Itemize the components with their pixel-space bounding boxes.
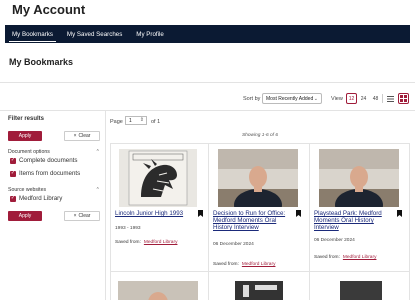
close-icon: × xyxy=(73,213,77,219)
saved-from: Saved from: Medford Library xyxy=(115,240,177,245)
filter-title: Filter results xyxy=(8,116,45,122)
saved-from-label: Saved from: xyxy=(115,240,141,245)
stepper-icon[interactable]: ⇕ xyxy=(140,117,144,123)
view-12-button[interactable]: 12 xyxy=(346,93,357,104)
filter-medford-library[interactable]: ✓ Medford Library xyxy=(10,195,62,202)
result-card[interactable]: Playstead Park: Medford Moments Oral His… xyxy=(311,146,407,270)
source-link[interactable]: Medford Library xyxy=(144,240,178,245)
grid-line xyxy=(208,143,209,300)
clear-label: Clear xyxy=(78,133,91,139)
result-date: 1993 - 1993 xyxy=(115,226,141,231)
saved-from-label: Saved from: xyxy=(314,255,340,260)
grid-icon[interactable] xyxy=(398,93,409,104)
result-title-link[interactable]: Decision to Run for Office: Medford Mome… xyxy=(213,210,295,231)
chevron-up-icon: ⌃ xyxy=(95,187,100,193)
filter-group-title: Document options xyxy=(8,149,50,155)
result-title-link[interactable]: Lincoln Junior High 1993 xyxy=(115,210,197,217)
view-24-button[interactable]: 24 xyxy=(358,93,369,104)
filter-group-document-options[interactable]: Document options ⌃ xyxy=(8,149,100,155)
document-image[interactable] xyxy=(340,281,382,300)
section-title: My Bookmarks xyxy=(9,57,74,67)
sidebar-border xyxy=(105,110,106,300)
filter-group-source-websites[interactable]: Source websites ⌃ xyxy=(8,187,100,193)
checkbox-checked-icon[interactable]: ✓ xyxy=(10,195,16,202)
interview-photo[interactable] xyxy=(118,281,198,300)
document-image[interactable] xyxy=(235,281,283,300)
filter-complete-documents[interactable]: ✓ Complete documents xyxy=(10,157,77,164)
bookmark-icon[interactable] xyxy=(198,210,203,217)
source-link[interactable]: Medford Library xyxy=(242,262,276,267)
filter-items-from-documents[interactable]: ✓ Items from documents xyxy=(10,170,80,177)
grid-line xyxy=(309,143,310,300)
divider xyxy=(0,110,415,111)
tab-my-bookmarks[interactable]: My Bookmarks xyxy=(5,25,60,43)
page-input[interactable]: 1 ⇕ xyxy=(125,116,147,125)
grid-line xyxy=(409,143,410,300)
bookmark-icon[interactable] xyxy=(397,210,402,217)
yearbook-cover-image[interactable] xyxy=(119,149,197,207)
tab-my-profile[interactable]: My Profile xyxy=(129,25,171,43)
clear-button[interactable]: × Clear xyxy=(64,131,100,141)
result-card[interactable]: Decision to Run for Office: Medford Mome… xyxy=(210,146,306,270)
grid-line xyxy=(110,143,111,300)
chevron-down-icon: ⌄ xyxy=(313,96,318,102)
results-count: Showing 1-6 of 6 xyxy=(241,133,278,138)
clear-button[interactable]: × Clear xyxy=(64,211,100,221)
result-date: 06 December 2024 xyxy=(213,242,254,247)
close-icon: × xyxy=(73,133,77,139)
sort-select-value: Most Recently Added xyxy=(266,95,314,102)
apply-button[interactable]: Apply xyxy=(8,211,42,221)
grid-line xyxy=(110,271,410,272)
result-card[interactable]: Lincoln Junior High 1993 1993 - 1993 Sav… xyxy=(112,146,208,270)
account-nav: My Bookmarks My Saved Searches My Profil… xyxy=(5,25,410,43)
divider xyxy=(0,82,415,83)
interview-photo[interactable] xyxy=(319,149,399,207)
page-title: My Account xyxy=(12,2,86,17)
source-link[interactable]: Medford Library xyxy=(343,255,377,260)
page-input-value: 1 xyxy=(129,117,132,124)
saved-from-label: Saved from: xyxy=(213,262,239,267)
result-title-link[interactable]: Playstead Park: Medford Moments Oral His… xyxy=(314,210,396,231)
result-date: 06 December 2024 xyxy=(314,238,355,243)
sort-select[interactable]: Most Recently Added ⌄ xyxy=(262,93,322,104)
bookmark-icon[interactable] xyxy=(296,210,301,217)
sort-label: Sort by xyxy=(243,96,261,102)
filter-group-title: Source websites xyxy=(8,187,47,193)
saved-from: Saved from: Medford Library xyxy=(213,262,275,267)
saved-from: Saved from: Medford Library xyxy=(314,255,376,260)
filter-label: Complete documents xyxy=(19,157,78,164)
tab-my-saved-searches[interactable]: My Saved Searches xyxy=(60,25,129,43)
view-divider xyxy=(382,94,383,103)
checkbox-checked-icon[interactable]: ✓ xyxy=(10,157,16,164)
apply-button[interactable]: Apply xyxy=(8,131,42,141)
clear-label: Clear xyxy=(78,213,91,219)
page-of-label: of 1 xyxy=(151,119,161,125)
view-label: View xyxy=(331,96,343,102)
filter-label: Medford Library xyxy=(19,195,63,202)
chevron-up-icon: ⌃ xyxy=(95,149,100,155)
view-48-button[interactable]: 48 xyxy=(370,93,381,104)
list-icon[interactable] xyxy=(385,93,396,104)
page-label: Page xyxy=(110,119,123,125)
interview-photo[interactable] xyxy=(218,149,298,207)
checkbox-checked-icon[interactable]: ✓ xyxy=(10,170,16,177)
grid-line xyxy=(110,143,410,144)
filter-label: Items from documents xyxy=(19,170,81,177)
